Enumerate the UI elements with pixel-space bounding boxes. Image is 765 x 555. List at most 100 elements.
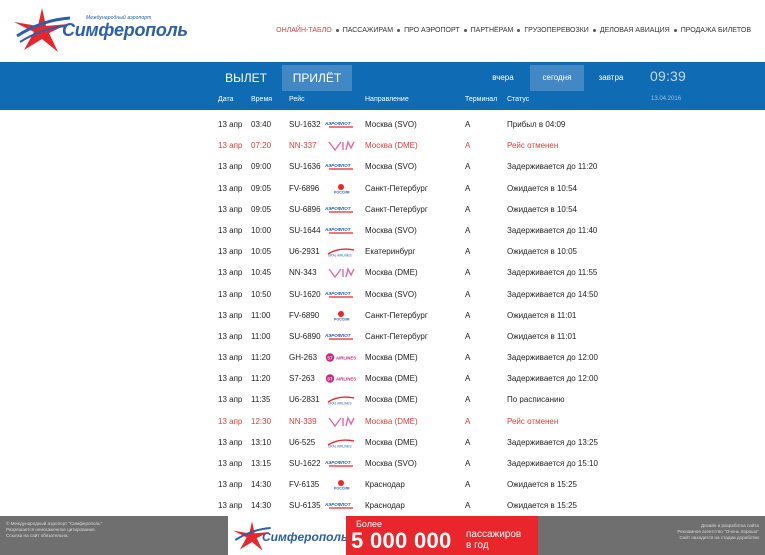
flight-status: Задерживается до 14:50: [507, 289, 598, 299]
banner-promo: Более 5 000 000 пассажиров в год: [346, 516, 538, 555]
flight-number: U6-2831: [289, 395, 320, 405]
day-yesterday-button[interactable]: вчера: [476, 65, 530, 91]
airline-ural-logo-icon: URAL AIRLINES: [325, 246, 357, 257]
flight-row[interactable]: 13 апр 11:00 SU-6890 АЭРОФЛОТ Санкт-Петербур…: [0, 326, 765, 347]
flight-status: Ожидается в 15:25: [507, 501, 577, 511]
flight-date: 13 апр: [218, 437, 243, 447]
airline-aeroflot-logo-icon: АЭРОФЛОТ: [325, 119, 357, 130]
flight-row[interactable]: 13 апр 07:20 NN-337 Москва (DME) A Рейс отмен…: [0, 135, 765, 156]
flight-direction: Екатеринбург: [365, 247, 416, 257]
flight-time: 11:35: [251, 395, 271, 405]
nav-ticket-sales[interactable]: Продажа билетов: [677, 27, 755, 34]
flight-table: 13 апр 03:40 SU-1632 АЭРОФЛОТ Москва (SVO) A П…: [0, 114, 765, 517]
flight-date: 13 апр: [218, 416, 243, 426]
flight-direction: Москва (SVO): [365, 289, 417, 299]
flight-direction: Москва (DME): [365, 353, 418, 363]
flight-terminal: A: [465, 416, 471, 426]
flight-direction: Санкт-Петербург: [365, 331, 428, 341]
flight-number: S7-263: [289, 374, 315, 384]
flight-terminal: A: [465, 225, 471, 235]
flight-direction: Санкт-Петербург: [365, 204, 428, 214]
flight-status: Задерживается до 11:55: [507, 268, 598, 278]
flight-status: Ожидается в 11:01: [507, 331, 577, 341]
svg-text:URAL AIRLINES: URAL AIRLINES: [328, 254, 352, 258]
flight-row[interactable]: 13 апр 10:45 NN-343 Москва (DME) A Задерживае…: [0, 262, 765, 283]
flight-row[interactable]: 13 апр 10:50 SU-1620 АЭРОФЛОТ Москва (SVO) A З…: [0, 284, 765, 305]
banner-logo: Симферополь: [232, 520, 348, 552]
flight-direction: Москва (DME): [365, 395, 418, 405]
flight-number: SU-6896: [289, 204, 321, 214]
flight-time: 09:00: [251, 162, 272, 172]
flight-status: Рейс отменен: [507, 416, 559, 426]
airline-vim-logo-icon: [325, 140, 357, 152]
flight-row[interactable]: 13 апр 11:20 GH-263 S7 AIRLINES Москва (DME) A…: [0, 347, 765, 368]
flight-row[interactable]: 13 апр 14:30 FV-6135 РОССИЯ Краснодар A Ожидае…: [0, 474, 765, 495]
flight-direction: Краснодар: [365, 480, 405, 490]
flight-row[interactable]: 13 апр 14:30 SU-6135 АЭРОФЛОТ Краснодар A Ожид…: [0, 495, 765, 516]
flight-status: Задерживается до 12:00: [507, 374, 598, 384]
flight-row[interactable]: 13 апр 11:00 FV-6890 РОССИЯ Санкт-Петербург A…: [0, 305, 765, 326]
flight-row[interactable]: 13 апр 11:20 S7-263 S7 AIRLINES Москва (DME) A…: [0, 368, 765, 389]
flight-time: 11:00: [251, 310, 271, 320]
flight-row[interactable]: 13 апр 11:35 U6-2831 URAL AIRLINES Москва (D…: [0, 389, 765, 410]
nav-passengers[interactable]: Пассажирам: [339, 27, 397, 34]
nav-about-airport[interactable]: Про аэропорт: [400, 27, 464, 34]
footer-link-line: Ссылка на сайт обязательна.: [6, 533, 69, 538]
flight-status: Рейс отменен: [507, 141, 559, 151]
flight-date: 13 апр: [218, 395, 243, 405]
nav-partners[interactable]: Партнёрам: [467, 27, 518, 34]
flight-time: 13:15: [251, 459, 272, 468]
top-navigation: Онлайн-табло Пассажирам Про аэропорт Пар…: [272, 27, 755, 34]
flight-number: FV-6135: [289, 480, 320, 490]
nav-online-board[interactable]: Онлайн-табло: [272, 27, 336, 34]
flight-terminal: A: [465, 162, 471, 172]
flight-row[interactable]: 13 апр 12:30 NN-339 Москва (DME) A Рейс отмен…: [0, 411, 765, 432]
day-tomorrow-button[interactable]: завтра: [584, 65, 638, 91]
airport-logo[interactable]: Международный аэропорт Симферополь: [12, 6, 188, 54]
flight-time: 11:20: [251, 353, 271, 363]
flight-status: Задерживается до 11:20: [507, 162, 598, 172]
flight-terminal: A: [465, 459, 471, 468]
passenger-banner[interactable]: Симферополь Более 5 000 000 пассажиров в…: [228, 516, 538, 555]
nav-cargo[interactable]: Грузоперевозки: [520, 27, 592, 34]
flight-row[interactable]: 13 апр 09:00 SU-1636 АЭРОФЛОТ Москва (SVO) A З…: [0, 156, 765, 177]
flight-date: 13 апр: [218, 480, 243, 490]
flight-row[interactable]: 13 апр 10:05 U6-2931 URAL AIRLINES Екатеринб…: [0, 241, 765, 262]
svg-text:АЭРОФЛОТ: АЭРОФЛОТ: [325, 121, 352, 126]
tab-arrival[interactable]: ПРИЛЁТ: [282, 65, 352, 91]
flight-terminal: A: [465, 353, 471, 363]
svg-text:АЭРОФЛОТ: АЭРОФЛОТ: [325, 227, 352, 232]
current-date: 13.04.2016: [651, 96, 682, 102]
nav-business-aviation[interactable]: Деловая авиация: [596, 27, 674, 34]
flight-terminal: A: [465, 501, 471, 511]
airline-s7-logo-icon: S7 AIRLINES: [325, 352, 357, 363]
flight-number: SU-1636: [289, 162, 321, 172]
flight-date: 13 апр: [218, 120, 243, 129]
flight-row[interactable]: 13 апр 09:05 SU-6896 АЭРОФЛОТ Санкт-Петербур…: [0, 199, 765, 220]
flight-time: 03:40: [251, 120, 272, 129]
airline-aeroflot-logo-icon: АЭРОФЛОТ: [325, 161, 357, 172]
day-today-button[interactable]: сегодня: [530, 65, 584, 91]
flight-status: Задерживается до 15:10: [507, 459, 598, 468]
column-header-direction: Направление: [365, 96, 409, 103]
flight-direction: Краснодар: [365, 501, 405, 511]
flight-terminal: A: [465, 480, 471, 490]
flight-date: 13 апр: [218, 459, 243, 468]
flight-time: 10:05: [251, 247, 272, 257]
flight-terminal: A: [465, 310, 471, 320]
flight-row[interactable]: 13 апр 13:10 U6-525 URAL AIRLINES Москва (DM…: [0, 432, 765, 453]
airline-s7-logo-icon: S7 AIRLINES: [325, 373, 357, 384]
flight-time: 13:10: [251, 437, 272, 447]
flight-row[interactable]: 13 апр 09:05 FV-6896 РОССИЯ Санкт-Петербург A…: [0, 178, 765, 199]
flight-row[interactable]: 13 апр 03:40 SU-1632 АЭРОФЛОТ Москва (SVO) A П…: [0, 114, 765, 135]
flight-time: 07:20: [251, 141, 272, 151]
flight-number: SU-1632: [289, 120, 321, 129]
flight-row[interactable]: 13 апр 10:00 SU-1644 АЭРОФЛОТ Москва (SVO) A З…: [0, 220, 765, 241]
flight-terminal: A: [465, 374, 471, 384]
tab-departure[interactable]: ВЫЛЕТ: [211, 65, 281, 91]
flight-row[interactable]: 13 апр 13:15 SU-1622 АЭРОФЛОТ Москва (SVO) A З…: [0, 453, 765, 474]
flight-date: 13 апр: [218, 331, 243, 341]
flight-time: 10:45: [251, 268, 272, 278]
flight-date: 13 апр: [218, 183, 243, 193]
site-header: Международный аэропорт Симферополь Онлай…: [0, 0, 765, 62]
